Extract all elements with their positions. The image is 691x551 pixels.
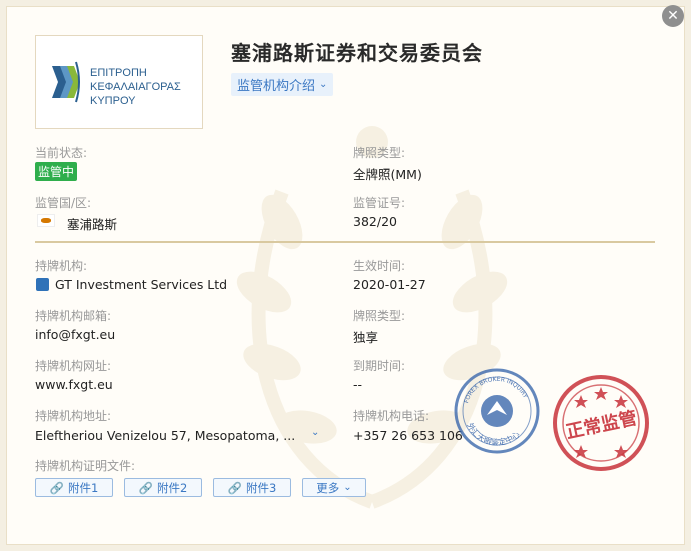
chevron-down-icon: ⌄ xyxy=(343,482,352,493)
section-divider xyxy=(35,241,655,243)
license-type2-label: 牌照类型: xyxy=(353,309,406,323)
institution-value[interactable]: GT Investment Services Ltd xyxy=(55,277,227,292)
red-stamp-text: 正常监管 xyxy=(564,407,639,443)
verification-stamp-blue-icon: FOREX BROKER INQUIRY 外汇天眼鉴定中心 xyxy=(454,368,540,454)
attachments-more-button[interactable]: 更多 ⌄ xyxy=(302,478,366,497)
attachment-1-button[interactable]: 🔗 附件1 xyxy=(35,478,113,497)
regulator-logo: ΕΠΙΤΡΟΠΗ ΚΕΦΑΛΑΙΑΓΟΡΑΣ ΚΥΠΡΟΥ xyxy=(35,35,203,129)
license-number-label: 监管证号: xyxy=(353,196,406,210)
expiry-value: -- xyxy=(353,377,363,392)
effective-date-label: 生效时间: xyxy=(353,259,406,273)
status-label: 当前状态: xyxy=(35,146,88,160)
regulator-card: ΕΠΙΤΡΟΠΗ ΚΕΦΑΛΑΙΑΓΟΡΑΣ ΚΥΠΡΟΥ 塞浦路斯证券和交易委… xyxy=(6,6,685,545)
attachment-2-button[interactable]: 🔗 附件2 xyxy=(124,478,202,497)
attachment-2-label: 附件2 xyxy=(157,480,188,495)
attachments-more-label: 更多 xyxy=(316,480,340,495)
link-icon: 🔗 xyxy=(138,480,153,495)
email-value: info@fxgt.eu xyxy=(35,327,116,342)
effective-date-value: 2020-01-27 xyxy=(353,277,426,292)
address-expand-chevron-icon[interactable]: ⌄ xyxy=(311,427,319,438)
attachment-3-label: 附件3 xyxy=(246,480,277,495)
logo-line-1: ΕΠΙΤΡΟΠΗ xyxy=(90,67,147,79)
license-type-value: 全牌照(MM) xyxy=(353,167,422,182)
close-button[interactable]: ✕ xyxy=(662,5,684,27)
address-value: Eleftheriou Venizelou 57, Mesopatoma, ..… xyxy=(35,428,296,443)
regulator-intro-button[interactable]: 监管机构介绍 ⌄ xyxy=(231,73,334,96)
institution-label: 持牌机构: xyxy=(35,259,88,273)
address-label: 持牌机构地址: xyxy=(35,409,112,423)
license-type-label: 牌照类型: xyxy=(353,146,406,160)
attachment-1-label: 附件1 xyxy=(68,480,99,495)
docs-label: 持牌机构证明文件: xyxy=(35,459,136,473)
close-icon: ✕ xyxy=(667,8,679,24)
link-icon: 🔗 xyxy=(49,480,64,495)
phone-value: +357 26 653 106 xyxy=(353,428,463,443)
regulated-stamp-red-icon: 正常监管 xyxy=(553,375,649,471)
logo-line-3: ΚΥΠΡΟΥ xyxy=(90,95,136,107)
chevron-down-icon: ⌄ xyxy=(319,79,328,90)
expiry-label: 到期时间: xyxy=(353,359,406,373)
logo-line-2: ΚΕΦΑΛΑΙΑΓΟΡΑΣ xyxy=(90,81,181,93)
license-type2-value: 独享 xyxy=(353,330,379,345)
country-value: 塞浦路斯 xyxy=(67,217,118,232)
status-badge: 监管中 xyxy=(35,162,78,181)
email-label: 持牌机构邮箱: xyxy=(35,309,112,323)
regulator-title: 塞浦路斯证券和交易委员会 xyxy=(231,41,483,65)
website-label: 持牌机构网址: xyxy=(35,359,112,373)
regulator-intro-label: 监管机构介绍 xyxy=(237,79,316,94)
website-value[interactable]: www.fxgt.eu xyxy=(35,377,113,392)
institution-logo-icon xyxy=(36,278,49,291)
link-icon: 🔗 xyxy=(227,480,242,495)
phone-label: 持牌机构电话: xyxy=(353,409,430,423)
license-number-value: 382/20 xyxy=(353,214,397,229)
country-label: 监管国/区: xyxy=(35,196,92,210)
attachment-3-button[interactable]: 🔗 附件3 xyxy=(213,478,291,497)
cyprus-flag-icon xyxy=(37,214,55,227)
regulator-logo-icon: ΕΠΙΤΡΟΠΗ ΚΕΦΑΛΑΙΑΓΟΡΑΣ ΚΥΠΡΟΥ xyxy=(52,61,181,107)
